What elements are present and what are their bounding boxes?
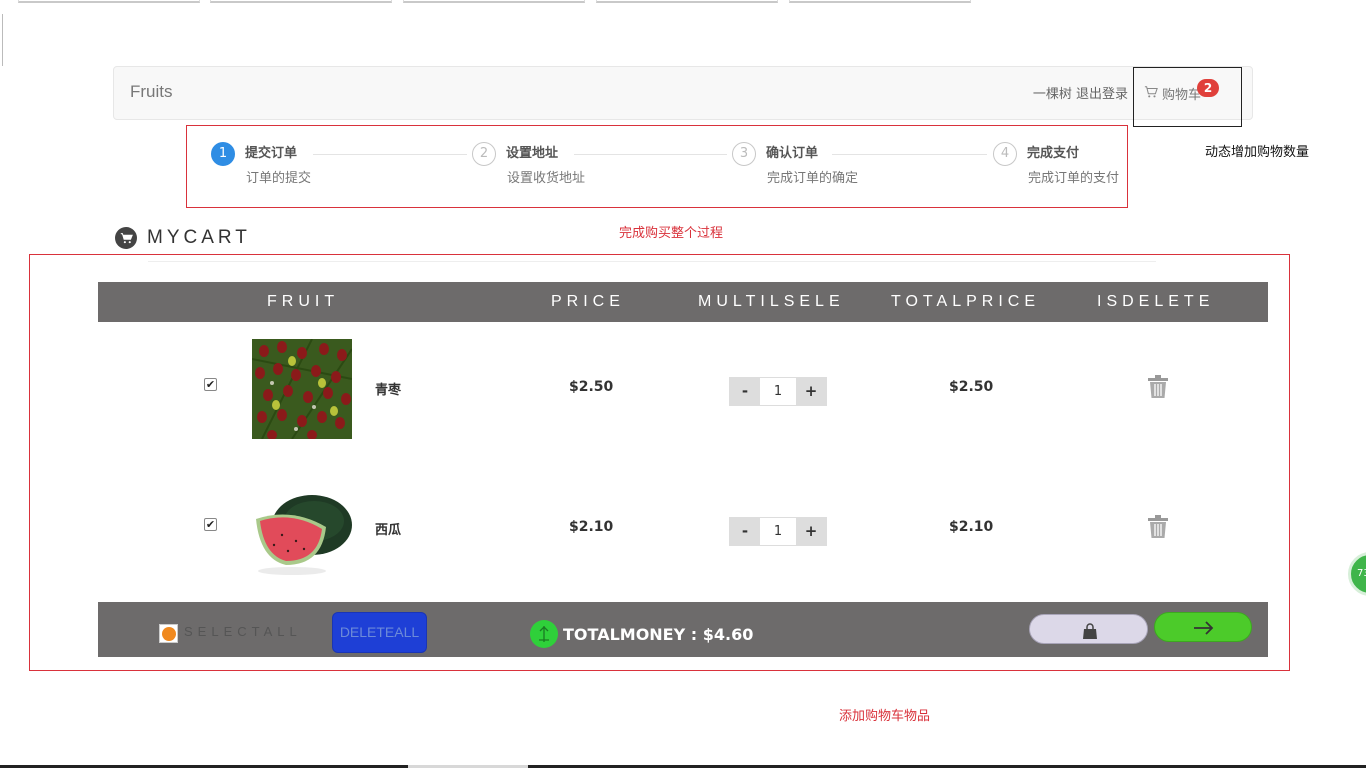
watermelon-image [252, 479, 352, 579]
header-price: PRICE [551, 293, 625, 310]
cart-icon [115, 227, 137, 249]
shopping-cart-icon [1144, 85, 1158, 103]
step-desc: 订单的提交 [246, 171, 312, 186]
step-number: 1 [211, 142, 235, 166]
fruit-name: 青枣 [375, 383, 402, 398]
unit-price: $2.10 [569, 519, 614, 535]
step-connector [832, 154, 987, 155]
delete-all-button[interactable]: DELETEALL [332, 612, 427, 653]
annotation-items: 添加购物车物品 [839, 709, 931, 724]
annotation-steps: 完成购买整个过程 [619, 226, 724, 241]
row-checkbox[interactable]: ✔ [204, 378, 217, 391]
arrow-right-icon [1194, 621, 1214, 635]
increment-button[interactable]: + [796, 518, 826, 545]
cart-link[interactable]: 购物车 [1144, 84, 1201, 103]
select-all-checkbox[interactable] [159, 624, 178, 643]
row-checkbox[interactable]: ✔ [204, 518, 217, 531]
unit-price: $2.50 [569, 379, 614, 395]
increment-button[interactable]: + [796, 378, 826, 405]
trash-icon[interactable] [1147, 515, 1169, 539]
header-multilsele: MULTILSELE [698, 293, 845, 310]
step-number: 4 [993, 142, 1017, 166]
step-number: 2 [472, 142, 496, 166]
trash-icon[interactable] [1147, 375, 1169, 399]
shopping-bag-icon [1083, 623, 1097, 639]
select-all-label[interactable]: SELECTALL [184, 624, 302, 639]
mycart-heading: MYCART [115, 227, 251, 249]
step-desc: 完成订单的支付 [1028, 171, 1120, 186]
money-icon [530, 620, 558, 648]
floating-badge[interactable]: 73 [1348, 552, 1366, 596]
quantity-input[interactable]: 1 [760, 518, 796, 545]
total-money: TOTALMONEY : $4.60 [563, 625, 754, 644]
step-desc: 设置收货地址 [507, 171, 586, 186]
mycart-title: MYCART [147, 227, 251, 248]
browser-tab[interactable] [18, 0, 200, 3]
quantity-input[interactable]: 1 [760, 378, 796, 405]
browser-tab[interactable] [403, 0, 585, 3]
browser-tab[interactable] [210, 0, 392, 3]
browser-tab[interactable] [789, 0, 971, 3]
table-row: ✔ 青枣 $2.50 - 1 + $2.50 [98, 322, 1268, 452]
user-links[interactable]: 一棵树 退出登录 [1033, 83, 1128, 102]
cart-footer: SELECTALL DELETEALL TOTALMONEY : $4.60 [98, 602, 1268, 657]
checkout-steps: 1 提交订单 订单的提交 2 设置地址 设置收货地址 3 确认订单 完成订单的确… [186, 125, 1128, 208]
checkout-button[interactable] [1154, 612, 1252, 642]
shopping-bag-button[interactable] [1029, 614, 1148, 644]
annotation-cart: 动态增加购物数量 [1205, 145, 1310, 160]
step-number: 3 [732, 142, 756, 166]
table-header: FRUIT PRICE MULTILSELE TOTALPRICE ISDELE… [98, 282, 1268, 322]
total-price: $2.10 [949, 519, 994, 535]
browser-tab[interactable] [596, 0, 778, 3]
quantity-stepper: - 1 + [729, 517, 827, 546]
header-totalprice: TOTALPRICE [891, 293, 1040, 310]
cart-highlight-box: 购物车 2 [1133, 67, 1242, 127]
header-isdelete: ISDELETE [1097, 293, 1215, 310]
step-title: 设置地址 [506, 146, 559, 161]
quantity-stepper: - 1 + [729, 377, 827, 406]
step-title: 提交订单 [245, 146, 298, 161]
cart-label: 购物车 [1162, 88, 1202, 103]
navbar: Fruits 一棵树 退出登录 [113, 66, 1253, 120]
red-jujube-image [252, 339, 352, 439]
header-fruit: FRUIT [267, 293, 340, 310]
cart-count-badge: 2 [1197, 79, 1219, 97]
brand-logo[interactable]: Fruits [130, 82, 173, 102]
window-edge [2, 14, 12, 66]
orange-dot-icon [162, 627, 176, 641]
step-desc: 完成订单的确定 [767, 171, 859, 186]
browser-tabs [18, 0, 978, 3]
total-price: $2.50 [949, 379, 994, 395]
step-connector [574, 154, 727, 155]
step-title: 确认订单 [766, 146, 819, 161]
decrement-button[interactable]: - [730, 518, 760, 545]
step-title: 完成支付 [1027, 146, 1080, 161]
decrement-button[interactable]: - [730, 378, 760, 405]
table-row: ✔ 西瓜 $2.10 - 1 + $2.10 [98, 462, 1268, 592]
fruit-name: 西瓜 [375, 523, 402, 538]
step-connector [313, 154, 467, 155]
